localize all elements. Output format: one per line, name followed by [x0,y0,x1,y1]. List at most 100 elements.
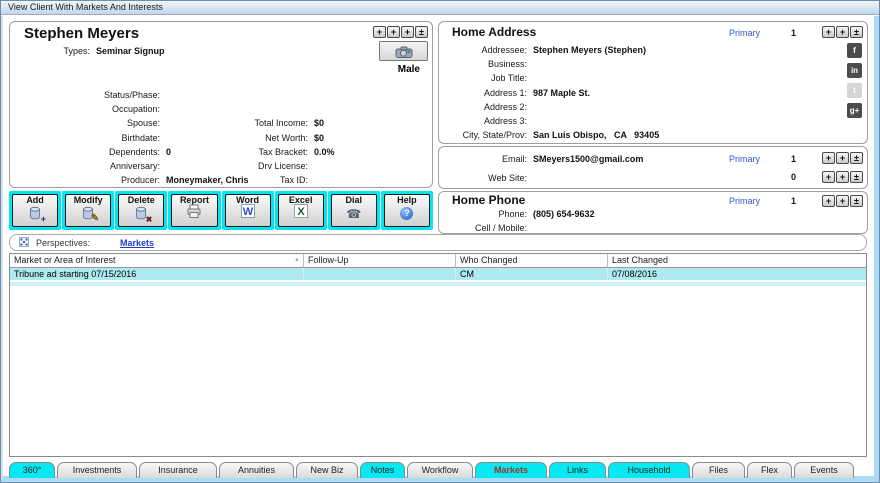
field-value: San Luis Obispo, CA 93405 [533,128,659,142]
record-nav-button[interactable]: + [822,152,835,164]
column-header-followup[interactable]: Follow-Up [304,254,456,267]
tab-markets[interactable]: Markets [475,462,547,478]
website-row: Web Site: [439,171,867,185]
button-label: Help [385,195,429,205]
delete-button[interactable]: Delete ✖ [118,194,164,227]
table-row[interactable]: Tribune ad starting 07/15/2016 CM 07/08/… [10,268,866,280]
record-nav-button[interactable]: ± [415,26,428,38]
tab-flex[interactable]: Flex [747,462,792,478]
toolbar-button-frame: Excel X [275,191,327,230]
record-nav-button[interactable]: + [836,195,849,207]
facebook-icon[interactable]: f [847,43,862,58]
button-label: Dial [332,195,376,205]
printer-icon [186,204,202,224]
tab-household[interactable]: Household [608,462,690,478]
add-button[interactable]: Add + [12,194,58,227]
field-row: Address 2: [439,100,779,114]
excel-button[interactable]: Excel X [278,194,324,227]
field-label: Spouse: [10,116,160,130]
database-edit-icon: ✎ [78,206,98,222]
button-label: Modify [66,195,110,205]
field-value: 987 Maple St. [533,86,590,100]
toolbar-button-frame: Modify ✎ [62,191,114,230]
perspectives-icon [19,237,29,249]
photo-button[interactable] [379,41,428,61]
svg-text:X: X [297,206,305,218]
dial-button[interactable]: Dial ☎ [331,194,377,227]
tab-workflow[interactable]: Workflow [407,462,473,478]
googleplus-icon[interactable]: g+ [847,103,862,118]
report-button[interactable]: Report [171,194,217,227]
home-phone-panel: Home Phone Primary 1 + + ± Phone: (805) … [438,191,868,234]
tab-investments[interactable]: Investments [57,462,137,478]
column-header-lastchanged[interactable]: Last Changed [608,254,866,267]
client-types-row: Types: Seminar Signup [10,45,165,57]
field-label: Total Income: [186,116,308,130]
window-titlebar[interactable]: View Client With Markets And Interests [1,1,879,15]
table-header: Market or Area of Interest▲ Follow-Up Wh… [10,254,866,268]
record-nav-button[interactable]: + [822,26,835,38]
help-button[interactable]: Help ? [384,194,430,227]
phone-primary-link[interactable]: Primary [729,196,760,206]
record-nav-button[interactable]: ± [850,152,863,164]
tab-notes[interactable]: Notes [360,462,405,478]
tab-new-biz[interactable]: New Biz [296,462,358,478]
record-nav-button[interactable]: + [401,26,414,38]
types-value: Seminar Signup [96,45,165,57]
word-button[interactable]: Word W [225,194,271,227]
record-nav-button[interactable]: ± [850,171,863,183]
tab-links[interactable]: Links [549,462,606,478]
record-nav-button[interactable]: ± [850,195,863,207]
tab-events[interactable]: Events [794,462,854,478]
tab-files[interactable]: Files [692,462,745,478]
record-nav-button[interactable]: + [836,26,849,38]
modify-button[interactable]: Modify ✎ [65,194,111,227]
field-row: Status/Phase: [10,88,330,102]
field-row: Address 3: [439,114,779,128]
field-value: 0.0% [314,145,335,159]
record-nav-button[interactable]: + [373,26,386,38]
field-label: City, State/Prov: [439,128,527,142]
toolbar-button-frame: Delete ✖ [115,191,167,230]
cell-whochanged: CM [456,268,608,280]
cell-row: Cell / Mobile: [439,221,867,235]
column-header-market[interactable]: Market or Area of Interest▲ [10,254,304,267]
record-nav-button[interactable]: + [822,171,835,183]
gender-label: Male [398,64,420,75]
app-window: View Client With Markets And Interests S… [0,0,880,483]
address-primary-link[interactable]: Primary [729,28,760,38]
field-label: Addressee: [439,43,527,57]
toolbar-button-frame: Dial ☎ [328,191,380,230]
tab-360[interactable]: 360° [9,462,55,478]
address-fields: Addressee:Stephen Meyers (Stephen) Busin… [439,43,779,142]
record-nav-button[interactable]: + [387,26,400,38]
phone-icon: ☎ [346,207,361,221]
field-row: Job Title: [439,71,779,85]
record-nav-button[interactable]: + [836,152,849,164]
toolbar: Add + Modify ✎ Delete [9,191,433,230]
phone-value: (805) 654-9632 [533,207,595,221]
record-nav-button[interactable]: + [822,195,835,207]
website-label: Web Site: [439,171,527,185]
linkedin-icon[interactable]: in [847,63,862,78]
tab-insurance[interactable]: Insurance [139,462,217,478]
record-nav-button[interactable]: ± [850,26,863,38]
field-label: Dependents: [10,145,160,159]
field-row: Net Worth:$0 [186,131,432,145]
field-label: Address 1: [439,86,527,100]
toolbar-button-frame: Word W [222,191,274,230]
record-nav-button[interactable]: + [836,171,849,183]
phone-row: Phone: (805) 654-9632 [439,207,867,221]
field-value: $0 [314,131,324,145]
email-primary-link[interactable]: Primary [729,154,760,164]
column-header-whochanged[interactable]: Who Changed [456,254,608,267]
toolbar-button-frame: Help ? [381,191,433,230]
tab-annuities[interactable]: Annuities [219,462,294,478]
field-row: Addressee:Stephen Meyers (Stephen) [439,43,779,57]
window-title: View Client With Markets And Interests [8,2,163,12]
field-label: Address 2: [439,100,527,114]
perspectives-markets-link[interactable]: Markets [120,238,154,248]
field-label: Tax Bracket: [186,145,308,159]
phone-label: Phone: [439,207,527,221]
excel-icon: X [294,204,308,223]
